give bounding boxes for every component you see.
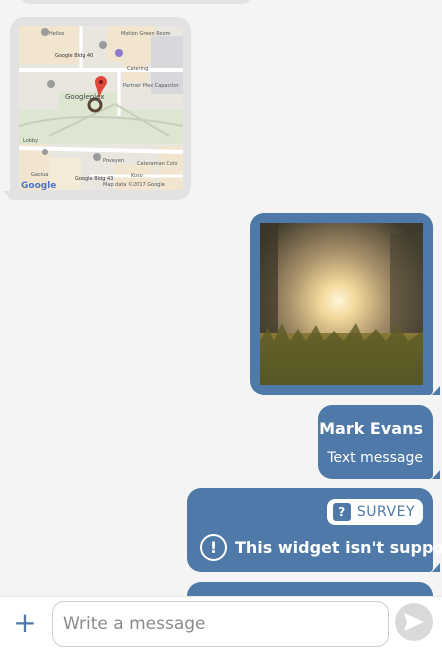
message-input[interactable] xyxy=(52,601,389,647)
previous-message-edge xyxy=(20,0,252,4)
message-composer: + xyxy=(0,596,442,652)
google-logo: Google xyxy=(21,181,56,190)
map-label-helios: Helios xyxy=(49,31,65,37)
map-label-bldg40: Google Bldg 40 xyxy=(55,53,93,59)
survey-badge: ? SURVEY xyxy=(326,499,423,525)
map-thumbnail[interactable]: Helios Google Bldg 40 Motion Green Room … xyxy=(19,26,183,190)
next-outgoing-message-edge xyxy=(187,582,433,596)
sunset-grass-image xyxy=(260,223,423,385)
map-label-cateraman: Cateraman Colo xyxy=(137,161,177,167)
question-icon: ? xyxy=(332,503,351,521)
chat-transcript[interactable]: Helios Google Bldg 40 Motion Green Room … xyxy=(0,0,442,596)
map-label-motion: Motion Green Room xyxy=(121,31,171,37)
contact-subtitle: Text message xyxy=(327,450,423,466)
map-label-catering: Catering xyxy=(127,66,148,72)
map-label-lobby: Lobby xyxy=(23,138,38,144)
map-attribution: Map data ©2017 Google xyxy=(103,181,165,188)
contact-name: Mark Evans xyxy=(319,419,423,438)
outgoing-contact-message[interactable]: Mark Evans Text message xyxy=(318,405,440,479)
map-label-partner: Partner Plex Capacitor xyxy=(123,83,180,89)
map-image: Helios Google Bldg 40 Motion Green Room … xyxy=(19,26,183,190)
map-label-poveyen: Poveyen xyxy=(103,158,124,164)
unsupported-widget-text: This widget isn't support xyxy=(235,538,442,557)
send-button[interactable] xyxy=(395,603,433,641)
incoming-map-message[interactable]: Helios Google Bldg 40 Motion Green Room … xyxy=(3,17,191,200)
map-label-koso: Koso xyxy=(131,173,143,179)
map-label-gaciua: Gaciua xyxy=(31,172,48,178)
survey-badge-label: SURVEY xyxy=(356,504,415,520)
send-icon xyxy=(404,613,424,631)
map-label-googleplex: Googleplex xyxy=(65,93,104,101)
exclamation-icon: ! xyxy=(200,534,227,561)
add-attachment-button[interactable]: + xyxy=(12,609,38,637)
outgoing-photo-message[interactable] xyxy=(250,213,440,395)
unsupported-widget-notice: ! This widget isn't support xyxy=(200,534,442,561)
outgoing-survey-message[interactable]: ? SURVEY ! This widget isn't support xyxy=(187,488,442,572)
photo-thumbnail[interactable] xyxy=(260,223,423,385)
